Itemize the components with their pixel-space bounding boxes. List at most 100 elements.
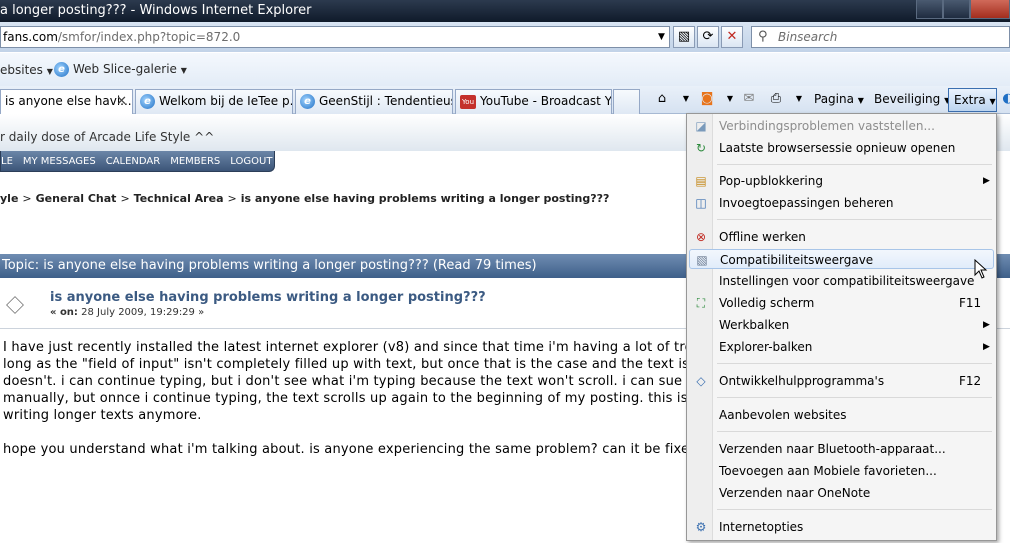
menu-item-explorer-bars[interactable]: Explorer-balken ▶ <box>689 337 994 357</box>
tab-label: YouTube - Broadcast Y... <box>480 94 612 108</box>
search-input[interactable]: ⚲ Binsearch <box>751 26 1010 48</box>
maximize-button[interactable] <box>943 0 970 19</box>
tab-label: is anyone else havi... <box>5 94 132 108</box>
ie-icon: e <box>54 62 69 77</box>
menu-separator <box>717 164 992 165</box>
breadcrumb-item[interactable]: Technical Area <box>134 192 224 205</box>
post-body-line: long as the "field of input" isn't compl… <box>3 357 690 372</box>
fullscreen-icon: ⛶ <box>696 296 706 310</box>
favorites-item-label: ebsites <box>0 63 43 77</box>
rss-icon[interactable]: ◙ <box>698 90 716 108</box>
favorites-suggested-sites[interactable]: ebsites ▼ <box>0 63 53 77</box>
menu-item-toolbars[interactable]: Werkbalken ▶ <box>689 315 994 335</box>
mouse-cursor-icon <box>974 259 988 279</box>
mail-icon[interactable]: ✉ <box>740 90 758 108</box>
chevron-down-icon[interactable]: ▼ <box>790 90 808 108</box>
breadcrumb-item[interactable]: is anyone else having problems writing a… <box>241 192 610 205</box>
help-icon[interactable]: ◐ <box>999 90 1010 108</box>
chevron-down-icon[interactable]: ▼ <box>721 90 739 108</box>
menu-item-send-onenote[interactable]: Verzenden naar OneNote <box>689 483 994 503</box>
tab-row: is anyone else havi... ✕ e Welkom bij de … <box>0 86 1010 115</box>
devtools-icon: ◇ <box>696 374 706 388</box>
offline-icon: ⊗ <box>695 230 707 244</box>
menu-item-send-bluetooth[interactable]: Verzenden naar Bluetooth-apparaat... <box>689 439 994 459</box>
menu-item-work-offline[interactable]: ⊗ Offline werken <box>689 227 994 247</box>
breadcrumb: yle > General Chat > Technical Area > is anyon… <box>0 192 610 205</box>
address-dropdown-icon[interactable]: ▼ <box>655 27 668 47</box>
post-body-line: manually, but onnce i continue typing, t… <box>3 391 688 406</box>
breadcrumb-item[interactable]: General Chat <box>36 192 117 205</box>
refresh-icon[interactable]: ⟳ <box>697 26 719 48</box>
search-icon: ⚲ <box>758 29 768 44</box>
extra-dropdown-menu: ◪ Verbindingsproblemen vaststellen... ↻ … <box>686 113 997 541</box>
nav-item-logout[interactable]: LOGOUT <box>230 156 272 167</box>
menu-item-developer-tools[interactable]: ◇ Ontwikkelhulpprogramma's F12 <box>689 371 994 391</box>
window-titlebar: a longer posting??? - Windows Internet E… <box>0 0 1010 22</box>
menu-item-compat-view[interactable]: ▧ Compatibiliteitsweergave <box>689 249 994 269</box>
beveiliging-menu-button[interactable]: Beveiliging ▼ <box>874 92 950 106</box>
favorites-web-slice-gallery[interactable]: e Web Slice-galerie ▼ <box>54 62 187 77</box>
pagina-menu-button[interactable]: Pagina ▼ <box>814 92 864 106</box>
menu-item-mobile-favorites[interactable]: Toevoegen aan Mobiele favorieten... <box>689 461 994 481</box>
submenu-arrow-icon: ▶ <box>983 176 990 186</box>
favorites-item-label: Web Slice-galerie <box>73 62 177 76</box>
compat-view-icon[interactable]: ▧ <box>673 26 695 48</box>
ie-icon: e <box>140 94 155 109</box>
minimize-button[interactable] <box>916 0 943 19</box>
menu-item-diagnose[interactable]: ◪ Verbindingsproblemen vaststellen... <box>689 116 994 136</box>
diagnose-icon: ◪ <box>695 119 707 133</box>
menu-item-fullscreen[interactable]: ⛶ Volledig scherm F11 <box>689 293 994 313</box>
extra-menu-button[interactable]: Extra ▼ <box>948 88 997 112</box>
window-title: a longer posting??? - Windows Internet E… <box>0 3 312 18</box>
forum-nav: LE MY MESSAGES CALENDAR MEMBERS LOGOUT <box>0 151 275 172</box>
stop-icon[interactable]: ✕ <box>721 26 743 48</box>
address-domain: fans.com <box>3 30 58 44</box>
post-body-line: writing longer texts anymore. <box>3 408 202 423</box>
tab-geenstijl[interactable]: e GeenStijl : Tendentieus... <box>295 89 453 114</box>
submenu-arrow-icon: ▶ <box>983 342 990 352</box>
favorites-bar: ebsites ▼ e Web Slice-galerie ▼ <box>0 52 1010 86</box>
chevron-down-icon: ▼ <box>857 96 864 105</box>
nav-item-messages[interactable]: MY MESSAGES <box>23 156 96 167</box>
extra-label: Extra <box>954 93 986 107</box>
nav-item-members[interactable]: MEMBERS <box>170 156 220 167</box>
menu-separator <box>717 431 992 432</box>
youtube-icon: You <box>460 94 476 109</box>
popup-icon: ▤ <box>695 174 707 188</box>
menu-item-manage-addons[interactable]: ◫ Invoegtoepassingen beheren <box>689 193 994 213</box>
post-icon <box>6 296 24 314</box>
nav-item-calendar[interactable]: CALENDAR <box>106 156 161 167</box>
pagina-label: Pagina <box>814 92 854 106</box>
addons-icon: ◫ <box>695 196 707 210</box>
submenu-arrow-icon: ▶ <box>983 320 990 330</box>
search-placeholder: Binsearch <box>778 30 838 44</box>
tab-ietee[interactable]: e Welkom bij de IeTee p... <box>135 89 293 114</box>
nav-item-profile[interactable]: LE <box>1 156 13 167</box>
shortcut-f11: F11 <box>959 296 982 310</box>
menu-separator <box>717 509 992 510</box>
post-date-value: 28 July 2009, 19:29:29 » <box>81 307 205 318</box>
post-date: « on: 28 July 2009, 19:29:29 » <box>50 307 204 318</box>
menu-item-reopen-session[interactable]: ↻ Laatste browsersessie opnieuw openen <box>689 138 994 158</box>
post-body-line: I have just recently installed the lates… <box>3 340 693 355</box>
menu-item-compat-settings[interactable]: Instellingen voor compatibiliteitsweerga… <box>689 271 994 291</box>
address-input[interactable]: fans.com/smfor/index.php?topic=872.0 <box>0 26 670 48</box>
new-tab-button[interactable] <box>613 89 640 114</box>
menu-separator <box>717 363 992 364</box>
breadcrumb-item[interactable]: yle <box>0 192 18 205</box>
menu-item-suggested-sites[interactable]: Aanbevolen websites <box>689 405 994 425</box>
ie-icon: e <box>300 94 315 109</box>
tab-active[interactable]: is anyone else havi... ✕ <box>0 89 133 115</box>
beveiliging-label: Beveiliging <box>874 92 941 106</box>
menu-separator <box>717 219 992 220</box>
close-window-button[interactable] <box>970 0 1010 19</box>
post-title[interactable]: is anyone else having problems writing a… <box>50 290 486 305</box>
chevron-down-icon[interactable]: ▼ <box>677 90 695 108</box>
menu-item-popup-blocker[interactable]: ▤ Pop-upblokkering ▶ <box>689 171 994 191</box>
close-tab-icon[interactable]: ✕ <box>116 90 127 113</box>
menu-item-internet-options[interactable]: ⚙ Internetopties <box>689 517 994 537</box>
address-row: fans.com/smfor/index.php?topic=872.0 ▼ ▧… <box>0 22 1010 52</box>
tab-youtube[interactable]: You YouTube - Broadcast Y... <box>455 89 612 114</box>
home-icon[interactable]: ⌂ <box>653 90 671 108</box>
print-icon[interactable]: ⎙ <box>767 90 785 108</box>
